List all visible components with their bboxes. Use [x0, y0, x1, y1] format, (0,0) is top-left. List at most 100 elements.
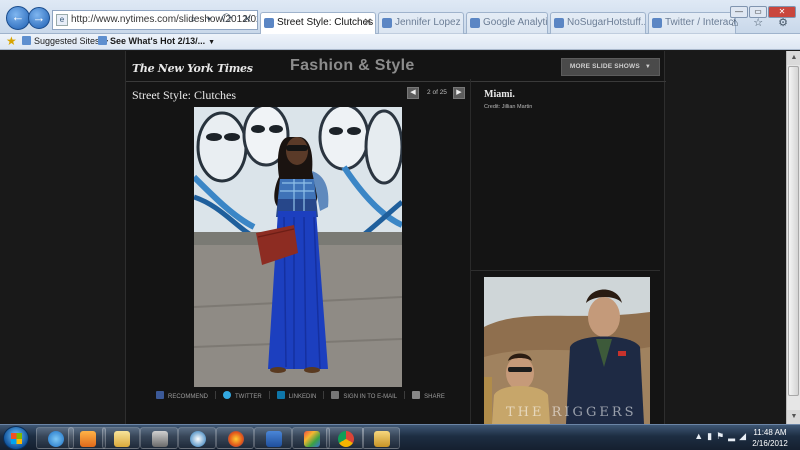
- column-divider: [470, 79, 471, 424]
- chevron-down-icon: ▼: [644, 64, 651, 70]
- taskbar-file-manager[interactable]: [362, 427, 400, 449]
- tab-close-icon[interactable]: ✕: [364, 13, 372, 33]
- taskbar-firefox[interactable]: [216, 427, 254, 449]
- taskbar-chrome[interactable]: [326, 427, 364, 449]
- forward-button[interactable]: →: [28, 7, 50, 29]
- hp-icon: [190, 431, 206, 447]
- word-icon: [266, 431, 282, 447]
- street-style-photo: [194, 107, 402, 387]
- arrow-left-icon: ◀: [410, 89, 416, 96]
- battery-icon[interactable]: ▮: [707, 431, 716, 441]
- divider: [323, 391, 325, 399]
- clock[interactable]: 11:48 AM 2/16/2012: [748, 427, 792, 449]
- linkedin-label: LINKEDIN: [288, 394, 317, 400]
- recommend-label: RECOMMEND: [168, 394, 208, 400]
- address-tools-icon[interactable]: ⌕ ▾ ⟳ ✕: [191, 11, 255, 29]
- twitter-button[interactable]: TWITTER: [223, 391, 262, 403]
- slideshow-container: The New York Times Fashion & Style MORE …: [125, 51, 666, 424]
- taskbar-scanner[interactable]: [140, 427, 178, 449]
- divider: [268, 391, 270, 399]
- advertisement[interactable]: THE RIGGERS: [484, 277, 650, 424]
- scroll-up-icon[interactable]: ▲: [787, 51, 800, 65]
- nyt-logo[interactable]: The New York Times: [132, 62, 253, 75]
- wifi-icon[interactable]: ▂: [728, 431, 739, 441]
- suggested-sites-link[interactable]: Suggested Sites▼: [22, 34, 109, 50]
- clock-date: 2/16/2012: [752, 439, 788, 448]
- scroll-thumb[interactable]: [788, 66, 799, 396]
- linkedin-icon: [276, 391, 285, 399]
- slide-counter: 2 of 25: [427, 89, 447, 96]
- linkedin-button[interactable]: LINKEDIN: [276, 391, 317, 403]
- email-button[interactable]: SIGN IN TO E-MAIL: [331, 391, 397, 403]
- whats-hot-label: See What's Hot 2/13/...: [110, 36, 206, 46]
- clock-time: 11:48 AM: [753, 428, 787, 437]
- taskbar-hp[interactable]: [178, 427, 216, 449]
- address-bar[interactable]: e http://www.nytimes.com/slideshow/2012/…: [52, 10, 258, 30]
- tab-label: Jennifer Lopez and...: [395, 17, 463, 28]
- more-slide-shows-button[interactable]: MORE SLIDE SHOWS ▼: [560, 58, 660, 76]
- system-tray[interactable]: ▲▮⚑▂◢: [694, 431, 750, 442]
- taskbar-explorer[interactable]: [102, 427, 140, 449]
- share-button[interactable]: SHARE: [412, 391, 445, 403]
- chevron-up-icon[interactable]: ▲: [694, 431, 707, 441]
- tab-favicon-icon: [554, 18, 564, 28]
- back-button[interactable]: ←: [6, 6, 30, 30]
- windows-taskbar: ▲▮⚑▂◢ 11:48 AM 2/16/2012: [0, 424, 800, 450]
- tab-inactive-2[interactable]: Google Analytics...: [466, 12, 548, 34]
- folder-icon: [114, 431, 130, 447]
- scanner-icon: [152, 431, 168, 447]
- forward-arrow-icon: →: [32, 10, 46, 25]
- taskbar-word[interactable]: [254, 427, 292, 449]
- recommend-button[interactable]: RECOMMEND: [156, 391, 208, 403]
- envelope-icon: [331, 391, 340, 399]
- taskbar-media-player[interactable]: [68, 427, 106, 449]
- divider: [215, 391, 216, 399]
- whats-hot-link[interactable]: See What's Hot 2/13/... ▼: [98, 34, 215, 50]
- tab-label: Street Style: Clutches - Slide...: [277, 17, 375, 28]
- media-player-icon: [80, 431, 96, 447]
- back-arrow-icon: ←: [11, 9, 25, 24]
- scroll-down-icon[interactable]: ▼: [787, 410, 800, 424]
- whats-hot-icon: [98, 36, 107, 45]
- next-slide-button[interactable]: ▶: [453, 87, 465, 99]
- vertical-scrollbar[interactable]: ▲ ▼: [786, 51, 800, 424]
- sidebar-divider: [471, 270, 660, 271]
- arrow-right-icon: ▶: [456, 89, 462, 96]
- share-icon: [412, 391, 421, 399]
- tab-inactive-3[interactable]: NoSugarHotstuff...: [550, 12, 646, 34]
- flag-icon[interactable]: ⚑: [716, 431, 728, 441]
- internet-explorer-icon: [48, 431, 64, 447]
- tab-favicon-icon: [382, 18, 392, 28]
- taskbar-paint[interactable]: [292, 427, 330, 449]
- firefox-icon: [228, 431, 244, 447]
- facebook-icon: [156, 391, 164, 399]
- tab-label: NoSugarHotstuff...: [567, 17, 646, 28]
- suggested-sites-icon: [22, 36, 31, 45]
- tab-inactive-4[interactable]: Twitter / Interactiv...: [648, 12, 736, 34]
- favorites-bar: ★ Suggested Sites▼ See What's Hot 2/13/.…: [0, 34, 800, 50]
- nyt-favicon-icon: [264, 18, 274, 28]
- previous-slide-button[interactable]: ◀: [407, 87, 419, 99]
- tab-favicon-icon: [470, 18, 480, 28]
- email-label: SIGN IN TO E-MAIL: [343, 394, 398, 400]
- caption-credit: Credit: Jillian Martin: [484, 104, 533, 110]
- tab-label: Google Analytics...: [483, 17, 548, 28]
- tab-favicon-icon: [652, 18, 662, 28]
- chevron-down-icon: ▼: [208, 39, 216, 46]
- ad-photo: [484, 277, 650, 424]
- ad-brand-text: THE RIGGERS: [506, 405, 637, 420]
- browser-right-icons[interactable]: ⌂ ☆ ⚙: [732, 16, 794, 29]
- slide-title: Street Style: Clutches: [132, 88, 236, 102]
- divider: [404, 391, 406, 399]
- tab-active[interactable]: Street Style: Clutches - Slide... ✕: [260, 12, 376, 34]
- more-slide-shows-label: MORE SLIDE SHOWS: [569, 63, 640, 70]
- caption-title: Miami.: [484, 89, 515, 100]
- start-button[interactable]: [3, 426, 29, 450]
- folder-icon: [374, 431, 390, 447]
- slide-navigation: ◀ 2 of 25 ▶: [407, 87, 466, 101]
- tab-inactive-1[interactable]: Jennifer Lopez and...: [378, 12, 464, 34]
- paint-icon: [304, 431, 320, 447]
- slide-photo[interactable]: [194, 107, 402, 387]
- browser-toolbar: ← → e http://www.nytimes.com/slideshow/2…: [0, 0, 800, 34]
- favorites-star-icon[interactable]: ★: [6, 34, 17, 48]
